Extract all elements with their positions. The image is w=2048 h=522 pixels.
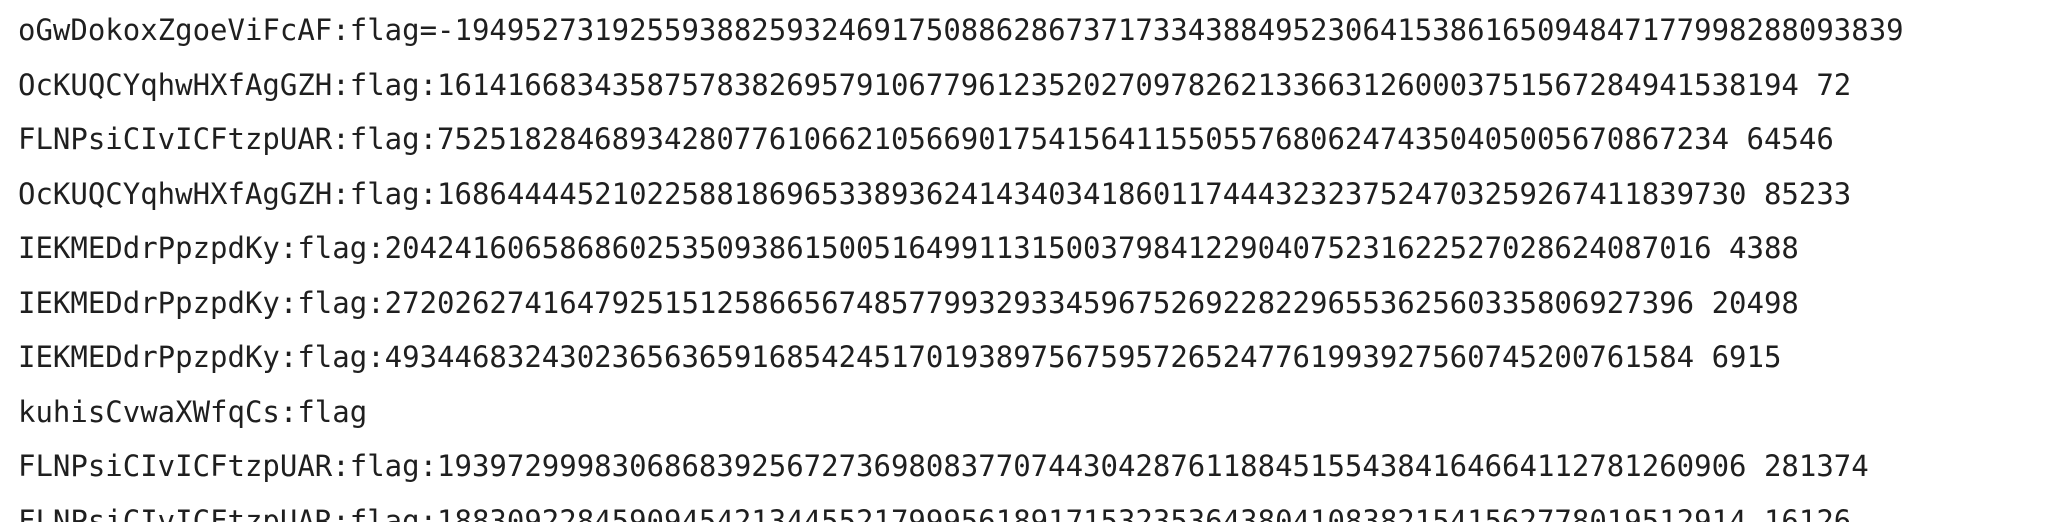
console-line-4: OcKUQCYqhwHXfAgGZH:flag:1686444452102258… bbox=[18, 176, 1852, 211]
console-output: oGwDokoxZgoeViFcAF:flag=-194952731925593… bbox=[0, 0, 2048, 522]
console-line-9: FLNPsiCIvICFtzpUAR:flag:1939729998306868… bbox=[18, 449, 1869, 483]
console-log-list: oGwDokoxZgoeViFcAF:flag=-194952731925593… bbox=[18, 3, 1904, 522]
console-line-8: kuhisCvwaXWfqCs:flag bbox=[18, 394, 368, 429]
console-line-5: IEKMEDdrPpzpdKy:flag:2042416065868602535… bbox=[18, 231, 1799, 265]
console-line-10: FLNPsiCIvICFtzpUAR:flag:1883092284590945… bbox=[18, 503, 1852, 522]
console-line-1: oGwDokoxZgoeViFcAF:flag=-194952731925593… bbox=[18, 13, 1904, 47]
console-line-6: IEKMEDdrPpzpdKy:flag:2720262741647925151… bbox=[18, 285, 1799, 320]
console-line-3: FLNPsiCIvICFtzpUAR:flag:7525182846893428… bbox=[18, 122, 1834, 156]
console-line-2: OcKUQCYqhwHXfAgGZH:flag:1614166834358757… bbox=[18, 67, 1852, 102]
console-line-7: IEKMEDdrPpzpdKy:flag:4934468324302365636… bbox=[18, 340, 1782, 374]
